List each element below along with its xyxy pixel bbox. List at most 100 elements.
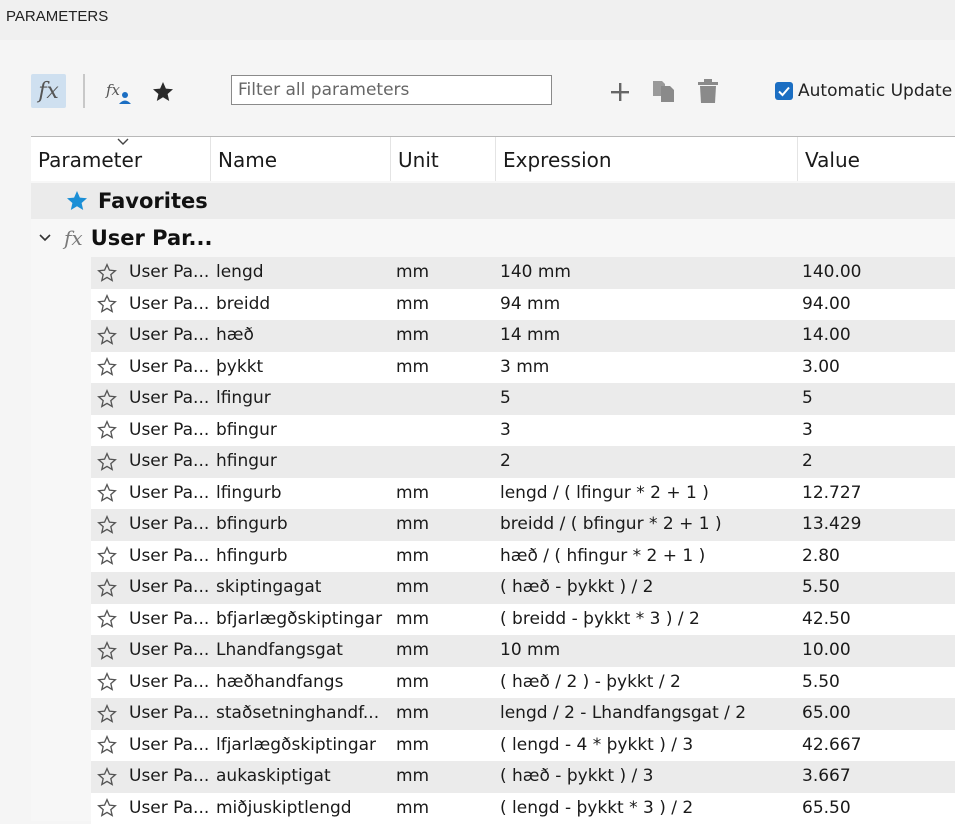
- expression-cell[interactable]: breidd / ( bfingur * 2 + 1 ): [500, 509, 790, 541]
- expression-cell[interactable]: 140 mm: [500, 257, 790, 289]
- favorite-toggle-star-icon[interactable]: [96, 478, 118, 510]
- expression-cell[interactable]: 5: [500, 383, 790, 415]
- table-row[interactable]: User Pa...hæðhandfangsmm ( hæð / 2 ) - þy…: [91, 667, 955, 699]
- expression-cell[interactable]: ( hæð - þykkt ) / 3: [500, 761, 790, 793]
- parameter-cell[interactable]: User Pa...: [129, 289, 209, 321]
- parameter-cell[interactable]: User Pa...: [129, 761, 209, 793]
- table-row[interactable]: User Pa...staðsetninghandf...mmlengd / 2…: [91, 698, 955, 730]
- name-cell[interactable]: skiptingagat: [216, 572, 388, 604]
- table-row[interactable]: User Pa...Lhandfangsgatmm10 mm10.00: [91, 635, 955, 667]
- table-row[interactable]: User Pa...bfingur33: [91, 415, 955, 447]
- favorite-toggle-star-icon[interactable]: [96, 730, 118, 762]
- parameter-cell[interactable]: User Pa...: [129, 509, 209, 541]
- unit-cell[interactable]: [396, 446, 486, 478]
- table-row[interactable]: User Pa...skiptingagatmm( hæð - þykkt ) …: [91, 572, 955, 604]
- favorite-toggle-star-icon[interactable]: [96, 446, 118, 478]
- parameter-cell[interactable]: User Pa...: [129, 320, 209, 352]
- expression-cell[interactable]: ( breidd - þykkt * 3 ) / 2: [500, 604, 790, 636]
- table-row[interactable]: User Pa...lfingurbmm lengd / ( lfingur * …: [91, 478, 955, 510]
- parameter-cell[interactable]: User Pa...: [129, 478, 209, 510]
- unit-cell[interactable]: [396, 415, 486, 447]
- unit-cell[interactable]: mm: [396, 761, 486, 793]
- table-row[interactable]: User Pa...miðjuskiptlengdmm( lengd - þyk…: [91, 793, 955, 824]
- expression-cell[interactable]: lengd / ( lfingur * 2 + 1 ): [500, 478, 790, 510]
- name-cell[interactable]: breidd: [216, 289, 388, 321]
- parameter-cell[interactable]: User Pa...: [129, 352, 209, 384]
- unit-cell[interactable]: mm: [396, 478, 486, 510]
- fx-filter-button[interactable]: fx: [31, 74, 66, 108]
- name-cell[interactable]: lfjarlægðskiptingar: [216, 730, 388, 762]
- table-row[interactable]: User Pa...hfingurbmmhæð / ( hfingur * 2 …: [91, 541, 955, 573]
- parameter-cell[interactable]: User Pa...: [129, 446, 209, 478]
- table-row[interactable]: User Pa...þykktmm3 mm3.00: [91, 352, 955, 384]
- parameter-cell[interactable]: User Pa...: [129, 667, 209, 699]
- favorite-toggle-star-icon[interactable]: [96, 257, 118, 289]
- column-header-unit[interactable]: Unit: [391, 137, 496, 181]
- favorite-toggle-star-icon[interactable]: [96, 572, 118, 604]
- table-row[interactable]: User Pa...bfingurbmmbreidd / ( bfingur *…: [91, 509, 955, 541]
- favorite-toggle-star-icon[interactable]: [96, 635, 118, 667]
- column-header-parameter[interactable]: Parameter: [31, 137, 211, 181]
- table-row[interactable]: User Pa...lengdmm140 mm140.00: [91, 257, 955, 289]
- name-cell[interactable]: aukaskiptigat: [216, 761, 388, 793]
- expression-cell[interactable]: ( lengd - 4 * þykkt ) / 3: [500, 730, 790, 762]
- parameter-cell[interactable]: User Pa...: [129, 698, 209, 730]
- unit-cell[interactable]: mm: [396, 257, 486, 289]
- name-cell[interactable]: miðjuskiptlengd: [216, 793, 388, 824]
- name-cell[interactable]: lfingurb: [216, 478, 388, 510]
- favorites-group-row[interactable]: Favorites: [31, 183, 955, 219]
- name-cell[interactable]: hæð: [216, 320, 388, 352]
- favorite-toggle-star-icon[interactable]: [96, 698, 118, 730]
- unit-cell[interactable]: mm: [396, 635, 486, 667]
- favorite-toggle-star-icon[interactable]: [96, 793, 118, 824]
- expression-cell[interactable]: hæð / ( hfingur * 2 + 1 ): [500, 541, 790, 573]
- unit-cell[interactable]: mm: [396, 320, 486, 352]
- unit-cell[interactable]: mm: [396, 509, 486, 541]
- unit-cell[interactable]: mm: [396, 352, 486, 384]
- favorite-toggle-star-icon[interactable]: [96, 667, 118, 699]
- name-cell[interactable]: hfingur: [216, 446, 388, 478]
- favorite-toggle-star-icon[interactable]: [96, 509, 118, 541]
- name-cell[interactable]: bfingur: [216, 415, 388, 447]
- favorite-toggle-star-icon[interactable]: [96, 320, 118, 352]
- name-cell[interactable]: bfjarlægðskiptingar: [216, 604, 388, 636]
- expression-cell[interactable]: 3 mm: [500, 352, 790, 384]
- parameter-cell[interactable]: User Pa...: [129, 730, 209, 762]
- name-cell[interactable]: hfingurb: [216, 541, 388, 573]
- parameter-cell[interactable]: User Pa...: [129, 793, 209, 824]
- parameter-cell[interactable]: User Pa...: [129, 604, 209, 636]
- parameter-cell[interactable]: User Pa...: [129, 572, 209, 604]
- unit-cell[interactable]: mm: [396, 572, 486, 604]
- column-header-expression[interactable]: Expression: [496, 137, 798, 181]
- expression-cell[interactable]: 94 mm: [500, 289, 790, 321]
- parameter-cell[interactable]: User Pa...: [129, 383, 209, 415]
- expression-cell[interactable]: 3: [500, 415, 790, 447]
- table-row[interactable]: User Pa...hæðmm14 mm14.00: [91, 320, 955, 352]
- copy-parameter-button[interactable]: [650, 76, 678, 106]
- favorite-toggle-star-icon[interactable]: [96, 383, 118, 415]
- user-parameters-filter-button[interactable]: fx: [104, 78, 134, 108]
- column-header-name[interactable]: Name: [211, 137, 391, 181]
- name-cell[interactable]: hæðhandfangs: [216, 667, 388, 699]
- automatic-update-toggle[interactable]: Automatic Update: [775, 79, 952, 103]
- chevron-down-icon[interactable]: [38, 233, 52, 243]
- favorite-toggle-star-icon[interactable]: [96, 415, 118, 447]
- name-cell[interactable]: þykkt: [216, 352, 388, 384]
- parameter-cell[interactable]: User Pa...: [129, 257, 209, 289]
- unit-cell[interactable]: mm: [396, 289, 486, 321]
- delete-parameter-button[interactable]: [694, 76, 722, 106]
- unit-cell[interactable]: mm: [396, 604, 486, 636]
- automatic-update-checkbox[interactable]: [775, 82, 793, 100]
- table-row[interactable]: User Pa...lfingur55: [91, 383, 955, 415]
- favorite-toggle-star-icon[interactable]: [96, 541, 118, 573]
- user-parameters-group-row[interactable]: fx User Par...: [31, 220, 955, 256]
- column-header-value[interactable]: Value: [798, 137, 955, 181]
- favorite-toggle-star-icon[interactable]: [96, 352, 118, 384]
- unit-cell[interactable]: mm: [396, 667, 486, 699]
- expression-cell[interactable]: ( hæð / 2 ) - þykkt / 2: [500, 667, 790, 699]
- filter-parameters-input[interactable]: [231, 75, 552, 105]
- parameter-cell[interactable]: User Pa...: [129, 635, 209, 667]
- favorite-toggle-star-icon[interactable]: [96, 761, 118, 793]
- table-row[interactable]: User Pa...breiddmm94 mm94.00: [91, 289, 955, 321]
- unit-cell[interactable]: mm: [396, 793, 486, 824]
